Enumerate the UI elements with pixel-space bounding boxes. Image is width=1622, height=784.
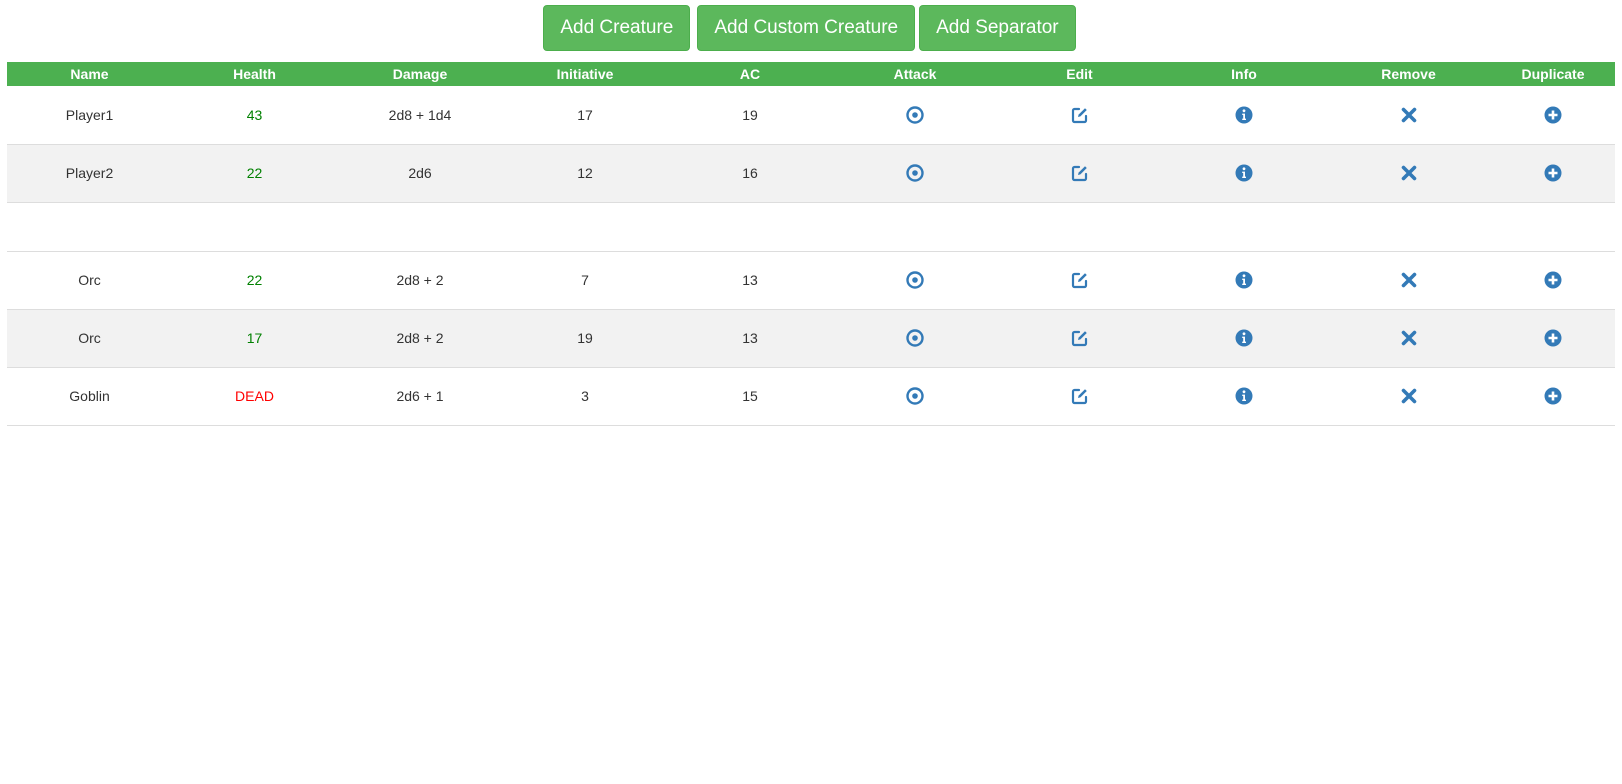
duplicate-button-cell: [1491, 251, 1615, 309]
creature-damage: 2d6 + 1: [396, 388, 444, 404]
target-icon[interactable]: [905, 163, 925, 183]
creature-initiative: 3: [581, 388, 589, 404]
creature-damage: 2d8 + 1d4: [388, 106, 452, 123]
target-icon[interactable]: [905, 328, 925, 348]
duplicate-button-cell: [1491, 144, 1615, 202]
table-row: Player2 22 2d6 12 16: [7, 144, 1615, 202]
remove-button-cell: [1326, 309, 1491, 367]
remove-icon[interactable]: [1399, 270, 1419, 290]
edit-icon[interactable]: [1070, 328, 1090, 348]
separator-cell: [7, 202, 1615, 251]
duplicate-icon[interactable]: [1543, 163, 1563, 183]
creature-initiative: 17: [577, 106, 593, 123]
attack-button-cell: [833, 309, 997, 367]
creature-initiative: 12: [577, 165, 593, 181]
header-edit: Edit: [1066, 66, 1093, 82]
edit-button-cell: [997, 367, 1162, 425]
creature-health: DEAD: [235, 388, 274, 404]
remove-icon[interactable]: [1399, 386, 1419, 406]
header-duplicate: Duplicate: [1521, 66, 1585, 82]
edit-icon[interactable]: [1070, 270, 1090, 290]
creature-health: 22: [246, 165, 263, 181]
info-button-cell: [1162, 144, 1326, 202]
creature-health: 43: [246, 106, 263, 123]
attack-button-cell: [833, 144, 997, 202]
target-icon[interactable]: [905, 270, 925, 290]
header-health: Health: [233, 66, 276, 82]
add-custom-creature-button[interactable]: Add Custom Creature: [697, 5, 916, 51]
table-row: Goblin DEAD 2d6 + 1 3 15: [7, 367, 1615, 425]
attack-button-cell: [833, 367, 997, 425]
toolbar: Add Creature Add Custom Creature Add Sep…: [0, 5, 1622, 51]
creature-ac: 13: [742, 330, 758, 346]
creature-initiative: 19: [577, 330, 593, 346]
info-button-cell: [1162, 251, 1326, 309]
target-icon[interactable]: [905, 105, 925, 125]
header-info: Info: [1231, 66, 1257, 82]
table-row: Orc 17 2d8 + 2 19 13: [7, 309, 1615, 367]
duplicate-button-cell: [1491, 309, 1615, 367]
creature-name: Goblin: [69, 388, 110, 404]
creature-table: Name Health Damage Initiative AC Attack …: [7, 62, 1615, 426]
header-ac: AC: [739, 66, 761, 82]
creature-name: Player1: [65, 106, 114, 123]
edit-button-cell: [997, 309, 1162, 367]
duplicate-icon[interactable]: [1543, 105, 1563, 125]
table-header-row: Name Health Damage Initiative AC Attack …: [7, 62, 1615, 86]
duplicate-button-cell: [1491, 86, 1615, 144]
header-attack: Attack: [893, 66, 937, 82]
remove-icon[interactable]: [1399, 328, 1419, 348]
attack-button-cell: [833, 251, 997, 309]
info-icon[interactable]: [1234, 270, 1254, 290]
info-icon[interactable]: [1234, 105, 1254, 125]
duplicate-icon[interactable]: [1543, 270, 1563, 290]
creature-damage: 2d8 + 2: [396, 272, 444, 288]
creature-name: Player2: [65, 165, 114, 181]
edit-icon[interactable]: [1070, 105, 1090, 125]
info-icon[interactable]: [1234, 163, 1254, 183]
remove-button-cell: [1326, 367, 1491, 425]
header-damage: Damage: [392, 66, 448, 82]
header-name: Name: [70, 66, 109, 82]
remove-button-cell: [1326, 144, 1491, 202]
creature-ac: 13: [742, 272, 758, 288]
info-icon[interactable]: [1234, 328, 1254, 348]
info-button-cell: [1162, 309, 1326, 367]
edit-icon[interactable]: [1070, 163, 1090, 183]
table-row: Player1 43 2d8 + 1d4 17 19: [7, 86, 1615, 144]
edit-icon[interactable]: [1070, 386, 1090, 406]
table-row: Orc 22 2d8 + 2 7 13: [7, 251, 1615, 309]
creature-ac: 16: [742, 165, 758, 181]
duplicate-icon[interactable]: [1543, 386, 1563, 406]
creature-damage: 2d8 + 2: [396, 330, 444, 346]
remove-button-cell: [1326, 251, 1491, 309]
separator-row: [7, 202, 1615, 251]
creature-name: Orc: [78, 272, 101, 288]
remove-icon[interactable]: [1399, 105, 1419, 125]
target-icon[interactable]: [905, 386, 925, 406]
remove-icon[interactable]: [1399, 163, 1419, 183]
edit-button-cell: [997, 251, 1162, 309]
info-icon[interactable]: [1234, 386, 1254, 406]
remove-button-cell: [1326, 86, 1491, 144]
info-button-cell: [1162, 367, 1326, 425]
creature-damage: 2d6: [408, 165, 432, 181]
attack-button-cell: [833, 86, 997, 144]
creature-initiative: 7: [581, 272, 589, 288]
creature-name: Orc: [78, 330, 101, 346]
add-separator-button[interactable]: Add Separator: [919, 5, 1076, 51]
header-initiative: Initiative: [556, 66, 614, 82]
info-button-cell: [1162, 86, 1326, 144]
creature-ac: 19: [742, 106, 758, 123]
edit-button-cell: [997, 144, 1162, 202]
table-body: Player1 43 2d8 + 1d4 17 19 Player2 22 2d6 12 16 Or…: [7, 86, 1615, 425]
edit-button-cell: [997, 86, 1162, 144]
header-remove: Remove: [1381, 66, 1436, 82]
creature-health: 22: [246, 272, 263, 288]
creature-health: 17: [246, 330, 263, 346]
duplicate-button-cell: [1491, 367, 1615, 425]
add-creature-button[interactable]: Add Creature: [543, 5, 691, 51]
creature-ac: 15: [742, 388, 758, 404]
duplicate-icon[interactable]: [1543, 328, 1563, 348]
